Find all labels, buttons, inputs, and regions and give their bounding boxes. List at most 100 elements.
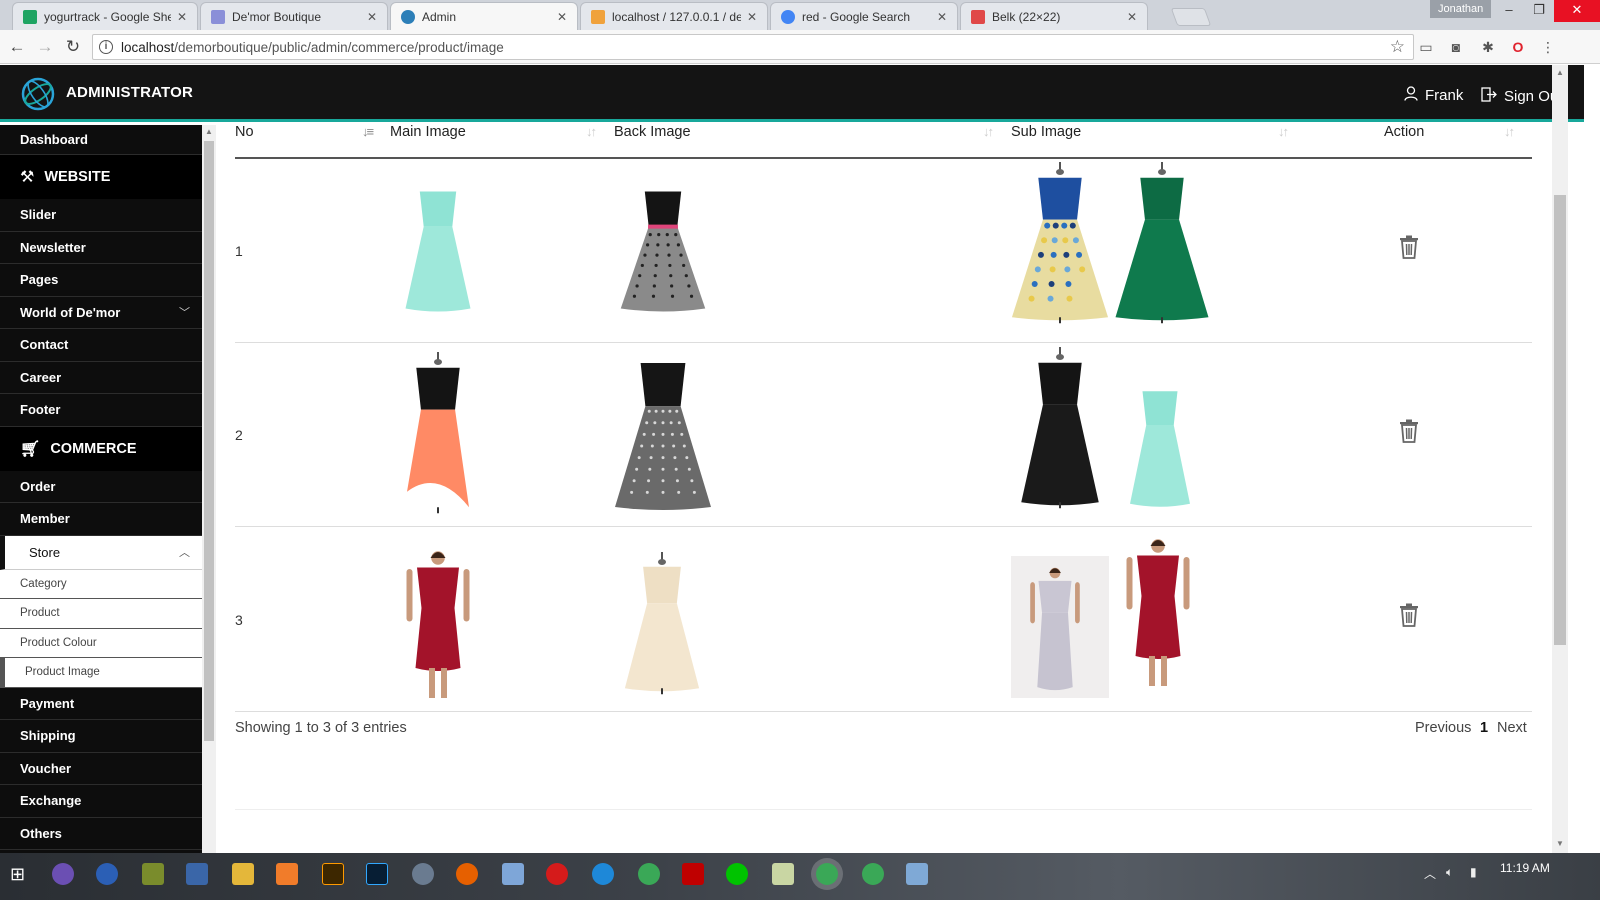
filezilla-icon[interactable]	[682, 863, 704, 885]
sidebar-subitem-product-colour[interactable]: Product Colour	[0, 628, 202, 658]
close-tab-icon[interactable]: ✕	[745, 10, 759, 24]
minimize-icon[interactable]: –	[1494, 0, 1524, 22]
pagination-previous[interactable]: Previous	[1415, 720, 1471, 736]
sidebar-item-shipping[interactable]: Shipping	[0, 720, 202, 753]
notepad-icon[interactable]	[772, 863, 794, 885]
browser-tab[interactable]: De'mor Boutique ✕	[200, 2, 388, 30]
sidebar-item-others[interactable]: Others	[0, 817, 202, 850]
clock[interactable]: 11:19 AM	[1500, 861, 1550, 875]
brand-title[interactable]: ADMINISTRATOR	[66, 84, 193, 101]
browser-tab[interactable]: localhost / 127.0.0.1 / de ✕	[580, 2, 768, 30]
extension-icon[interactable]: ✱	[1478, 37, 1498, 57]
app-icon[interactable]	[412, 863, 434, 885]
delete-trash-icon[interactable]	[1398, 235, 1420, 259]
volume-icon[interactable]: 🔈︎	[1446, 865, 1453, 880]
chrome-icon[interactable]	[638, 863, 660, 885]
column-header-main-image[interactable]: Main Image	[390, 124, 466, 140]
opera-icon[interactable]: O	[1508, 37, 1528, 57]
app-icon[interactable]	[906, 863, 928, 885]
pagination-page-current[interactable]: 1	[1480, 720, 1488, 736]
close-tab-icon[interactable]: ✕	[1125, 10, 1139, 24]
app-icon[interactable]	[96, 863, 118, 885]
sidebar-item-order[interactable]: Order	[0, 470, 202, 503]
browser-tab[interactable]: Belk (22×22) ✕	[960, 2, 1148, 30]
sidebar-item-store[interactable]: Store ︿	[0, 535, 202, 570]
browser-tab-active[interactable]: Admin ✕	[390, 2, 578, 31]
page-scrollbar[interactable]: ▲ ▼	[1552, 65, 1568, 853]
sidebar-subitem-product[interactable]: Product	[0, 599, 202, 629]
sort-icon[interactable]: ↓↑	[1278, 124, 1289, 139]
firefox-icon[interactable]	[456, 863, 478, 885]
sidebar-item-pages[interactable]: Pages	[0, 264, 202, 297]
sidebar-item-payment[interactable]: Payment	[0, 687, 202, 720]
new-tab-button[interactable]	[1170, 8, 1212, 26]
sidebar-subitem-product-image[interactable]: Product Image	[0, 658, 202, 688]
sidebar-item-career[interactable]: Career	[0, 361, 202, 394]
column-header-back-image[interactable]: Back Image	[614, 124, 691, 140]
column-header-no[interactable]: No	[235, 124, 254, 140]
delete-trash-icon[interactable]	[1398, 419, 1420, 443]
xampp-icon[interactable]	[276, 863, 298, 885]
sidebar-item-contact[interactable]: Contact	[0, 329, 202, 362]
chrome-icon[interactable]	[862, 863, 884, 885]
close-tab-icon[interactable]: ✕	[365, 10, 379, 24]
photoshop-icon[interactable]	[366, 863, 388, 885]
tray-chevron-icon[interactable]: ︿	[1424, 865, 1436, 882]
scroll-up-arrow-icon[interactable]: ▲	[1556, 68, 1564, 77]
sign-out-button[interactable]: Sign Out	[1481, 87, 1562, 106]
illustrator-icon[interactable]	[322, 863, 344, 885]
maximize-icon[interactable]: ❐	[1524, 0, 1554, 22]
sidebar-scroll-thumb[interactable]	[204, 141, 214, 741]
back-arrow-icon[interactable]: ←	[6, 36, 28, 58]
column-header-sub-image[interactable]: Sub Image	[1011, 124, 1081, 140]
sort-icon[interactable]: ↓↑	[983, 124, 994, 139]
opera-icon[interactable]	[546, 863, 568, 885]
scroll-down-arrow-icon[interactable]: ▼	[1556, 839, 1564, 848]
bookmark-star-icon[interactable]: ☆	[1390, 37, 1405, 57]
sidebar-item-exchange[interactable]: Exchange	[0, 785, 202, 818]
close-tab-icon[interactable]: ✕	[175, 10, 189, 24]
page-scroll-thumb[interactable]	[1554, 195, 1566, 645]
close-tab-icon[interactable]: ✕	[935, 10, 949, 24]
url-input[interactable]: i localhost/demorboutique/public/admin/c…	[92, 34, 1414, 60]
windows-start-icon[interactable]: ⊞	[10, 863, 32, 885]
sort-icon[interactable]: ↓↑	[586, 124, 597, 139]
pagination-next[interactable]: Next	[1497, 720, 1527, 736]
sort-asc-icon[interactable]: ↓≡	[362, 124, 374, 139]
sidebar-item-slider[interactable]: Slider	[0, 199, 202, 232]
app-icon[interactable]	[502, 863, 524, 885]
user-menu[interactable]: Frank	[1404, 86, 1463, 105]
sidebar-section-commerce[interactable]: 🛒︎ COMMERCE	[0, 426, 202, 471]
sidebar-scrollbar[interactable]: ▲	[202, 125, 216, 870]
cast-icon[interactable]: ▭	[1416, 37, 1436, 57]
sidebar-item-world-of-demor[interactable]: World of De'mor ﹀	[0, 296, 202, 329]
app-icon[interactable]	[142, 863, 164, 885]
network-icon[interactable]: ▮	[1470, 865, 1477, 879]
delete-trash-icon[interactable]	[1398, 603, 1420, 627]
sidebar-item-dashboard[interactable]: Dashboard	[0, 125, 202, 155]
sidebar-subitem-category[interactable]: Category	[0, 569, 202, 599]
site-info-icon[interactable]: i	[99, 40, 113, 54]
browser-tab[interactable]: yogurtrack - Google She ✕	[12, 2, 198, 30]
sidebar-item-member[interactable]: Member	[0, 503, 202, 536]
scroll-up-arrow-icon[interactable]: ▲	[205, 127, 213, 136]
profile-badge[interactable]: Jonathan	[1430, 0, 1492, 18]
app-icon[interactable]	[186, 863, 208, 885]
menu-kebab-icon[interactable]: ⋮	[1538, 37, 1558, 57]
internet-explorer-icon[interactable]	[592, 863, 614, 885]
file-explorer-icon[interactable]	[232, 863, 254, 885]
column-header-action[interactable]: Action	[1384, 124, 1424, 140]
sidebar-item-voucher[interactable]: Voucher	[0, 752, 202, 785]
sort-icon[interactable]: ↓↑	[1504, 124, 1515, 139]
sidebar-item-footer[interactable]: Footer	[0, 394, 202, 427]
chrome-icon[interactable]	[816, 863, 838, 885]
line-icon[interactable]	[726, 863, 748, 885]
sidebar-item-newsletter[interactable]: Newsletter	[0, 231, 202, 264]
sidebar-section-website[interactable]: ⚒ WEBSITE	[0, 155, 202, 199]
app-icon[interactable]	[52, 863, 74, 885]
browser-tab[interactable]: red - Google Search ✕	[770, 2, 958, 30]
close-tab-icon[interactable]: ✕	[555, 10, 569, 24]
forward-arrow-icon[interactable]: →	[34, 36, 56, 58]
camera-icon[interactable]: ◙	[1446, 37, 1466, 57]
close-window-icon[interactable]: ✕	[1554, 0, 1600, 22]
